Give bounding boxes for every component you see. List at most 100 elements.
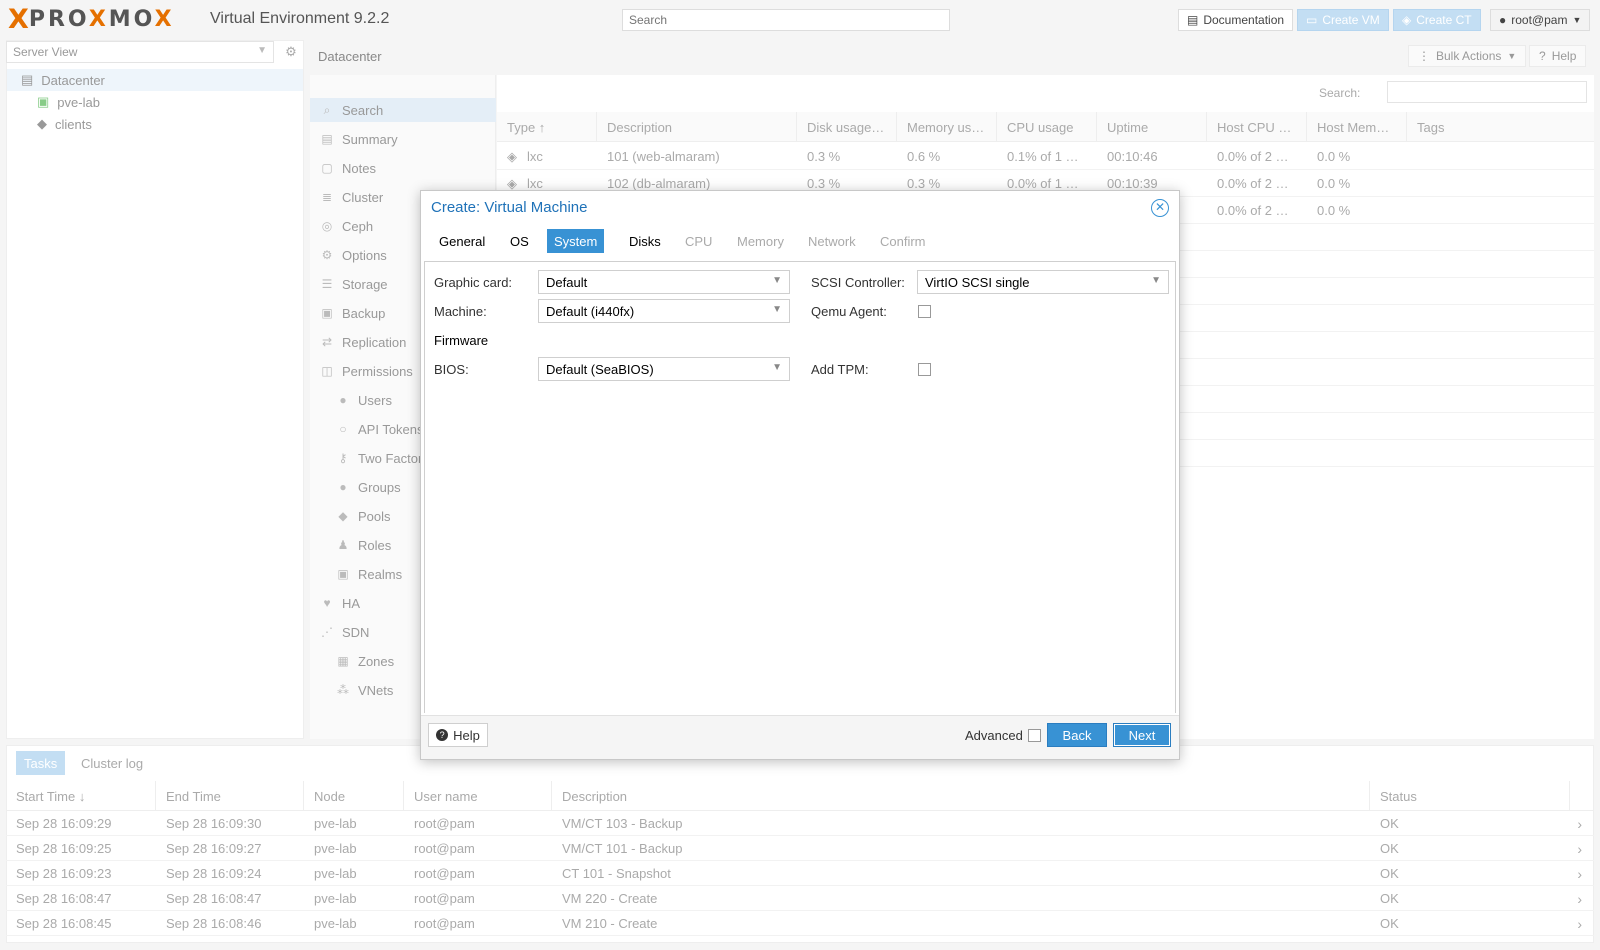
grid-search-input[interactable] (1387, 81, 1587, 103)
graphic-card-select[interactable]: Default ▼ (538, 270, 790, 294)
cell-description: VM 220 - Create (562, 891, 658, 906)
scsi-controller-select[interactable]: VirtIO SCSI single ▼ (917, 270, 1169, 294)
cell-status: OK (1380, 841, 1399, 856)
chevron-right-icon[interactable]: › (1577, 911, 1582, 936)
tab-os[interactable]: OS (503, 229, 536, 253)
nav-item-label: Ceph (342, 218, 374, 234)
help-button[interactable]: ? Help (1529, 45, 1587, 67)
back-button[interactable]: Back (1047, 723, 1107, 747)
tree-item-datacenter[interactable]: ▤ Datacenter (7, 69, 303, 91)
grid-search-label: Search: (1319, 86, 1361, 100)
nav-item-notes[interactable]: ▢ Notes (310, 156, 376, 180)
column-header-tags[interactable]: Tags (1407, 112, 1594, 142)
nav-item-two-factor[interactable]: ⚷ Two Factor (310, 446, 423, 470)
advanced-checkbox[interactable] (1028, 729, 1041, 742)
create-ct-button[interactable]: ◈ Create CT (1393, 9, 1481, 31)
nav-item-label: Replication (342, 334, 407, 350)
task-row[interactable]: Sep 28 16:09:29 Sep 28 16:09:30 pve-lab … (6, 811, 1594, 836)
column-header-user[interactable]: User name (404, 781, 552, 811)
nav-item-permissions[interactable]: ◫ Permissions (310, 359, 412, 383)
task-row[interactable]: Sep 28 16:09:23 Sep 28 16:09:24 pve-lab … (6, 861, 1594, 886)
nav-item-roles[interactable]: ♟ Roles (310, 533, 392, 557)
cell-node: pve-lab (314, 916, 357, 931)
node-icon: ▣ (37, 94, 50, 109)
machine-label: Machine: (434, 303, 487, 319)
create-vm-button[interactable]: ▭ Create VM (1297, 9, 1389, 31)
nav-item-zones[interactable]: ▦ Zones (310, 649, 394, 673)
tab-cluster-log[interactable]: Cluster log (73, 751, 151, 775)
chevron-right-icon[interactable]: › (1577, 886, 1582, 911)
qemu-agent-checkbox[interactable] (918, 305, 931, 318)
task-row[interactable]: Sep 28 16:09:25 Sep 28 16:09:27 pve-lab … (6, 836, 1594, 861)
column-header-disk[interactable]: Disk usage… (797, 112, 897, 142)
nav-item-sdn[interactable]: ⋰ SDN (310, 620, 369, 644)
nav-item-storage[interactable]: ☰ Storage (310, 272, 388, 296)
logo-x: X (8, 3, 29, 35)
dialog-help-button[interactable]: ? Help (428, 723, 488, 747)
cell-end: Sep 28 16:09:30 (166, 816, 262, 831)
bulk-actions-button[interactable]: ⋮ Bulk Actions ▼ (1408, 45, 1527, 67)
column-header-end-time[interactable]: End Time (156, 781, 304, 811)
cell-host-cpu: 0.0% of 2 … (1217, 203, 1289, 218)
nav-item-backup[interactable]: ▣ Backup (310, 301, 385, 325)
dialog-title: Create: Virtual Machine (431, 199, 588, 216)
column-header-host-mem[interactable]: Host Mem… (1307, 112, 1407, 142)
task-row[interactable]: Sep 28 16:08:47 Sep 28 16:08:47 pve-lab … (6, 886, 1594, 911)
chevron-right-icon[interactable]: › (1577, 836, 1582, 861)
task-row[interactable]: Sep 28 16:08:45 Sep 28 16:08:46 pve-lab … (6, 911, 1594, 936)
next-button[interactable]: Next (1113, 723, 1171, 747)
column-header-description[interactable]: Description (552, 781, 1370, 811)
nav-item-users[interactable]: ● Users (310, 388, 392, 412)
nav-item-realms[interactable]: ▣ Realms (310, 562, 402, 586)
tree-item-node[interactable]: ▣ pve-lab (7, 91, 100, 113)
nav-item-summary[interactable]: ▤ Summary (310, 127, 397, 151)
column-header-uptime[interactable]: Uptime (1097, 112, 1207, 142)
tab-general[interactable]: General (432, 229, 492, 253)
nav-item-search[interactable]: ⌕ Search (310, 98, 496, 122)
tab-cpu: CPU (685, 233, 713, 249)
column-header-memory[interactable]: Memory us… (897, 112, 997, 142)
column-header-cpu[interactable]: CPU usage (997, 112, 1097, 142)
cell-status: OK (1380, 916, 1399, 931)
tab-tasks[interactable]: Tasks (16, 751, 66, 775)
sdn-icon: ⋰ (321, 625, 333, 639)
user-menu-button[interactable]: ● root@pam ▼ (1490, 9, 1591, 31)
nav-item-ceph[interactable]: ◎ Ceph (310, 214, 373, 238)
column-header-start-time[interactable]: Start Time ↓ (6, 781, 156, 811)
tree-item-label: pve-lab (57, 94, 100, 110)
machine-select[interactable]: Default (i440fx) ▼ (538, 299, 790, 323)
gear-icon[interactable]: ⚙ (279, 41, 303, 63)
nav-item-groups[interactable]: ● Groups (310, 475, 400, 499)
table-row[interactable]: ◈ lxc 101 (web-almaram) 0.3 % 0.6 % 0.1% … (497, 143, 1594, 170)
nav-item-replication[interactable]: ⇄ Replication (310, 330, 406, 354)
add-tpm-checkbox[interactable] (918, 363, 931, 376)
tab-disks[interactable]: Disks (622, 229, 668, 253)
nav-item-options[interactable]: ⚙ Options (310, 243, 387, 267)
nav-item-ha[interactable]: ♥ HA (310, 591, 360, 615)
nav-item-pools[interactable]: ◆ Pools (310, 504, 391, 528)
nav-item-cluster[interactable]: ≣ Cluster (310, 185, 383, 209)
server-icon: ▤ (21, 72, 34, 87)
column-header-status[interactable]: Status (1370, 781, 1570, 811)
chevron-right-icon[interactable]: › (1577, 861, 1582, 886)
nav-item-vnets[interactable]: ⁂ VNets (310, 678, 393, 702)
close-icon[interactable]: ✕ (1151, 199, 1169, 217)
documentation-button[interactable]: ▤ Documentation (1178, 9, 1294, 31)
nav-item-label: Pools (358, 508, 391, 524)
column-header-type[interactable]: Type ↑ (497, 112, 597, 142)
nav-item-api-tokens[interactable]: ○ API Tokens (310, 417, 423, 441)
tags-icon: ◆ (37, 116, 47, 131)
column-header-host-cpu[interactable]: Host CPU … (1207, 112, 1307, 142)
column-header-description[interactable]: Description (597, 112, 797, 142)
cell-description: VM/CT 101 - Backup (562, 841, 683, 856)
global-search-input[interactable] (622, 9, 950, 31)
column-header-node[interactable]: Node (304, 781, 404, 811)
bios-select[interactable]: Default (SeaBIOS) ▼ (538, 357, 790, 381)
user-icon: ● (339, 393, 347, 407)
tree-item-label: clients (55, 116, 92, 132)
network-icon: ⁂ (337, 683, 349, 697)
chevron-right-icon[interactable]: › (1577, 811, 1582, 836)
tree-item-pool[interactable]: ◆ clients (7, 113, 92, 135)
server-view-select[interactable]: Server View ▼ (6, 41, 274, 63)
tab-system[interactable]: System (547, 229, 605, 253)
